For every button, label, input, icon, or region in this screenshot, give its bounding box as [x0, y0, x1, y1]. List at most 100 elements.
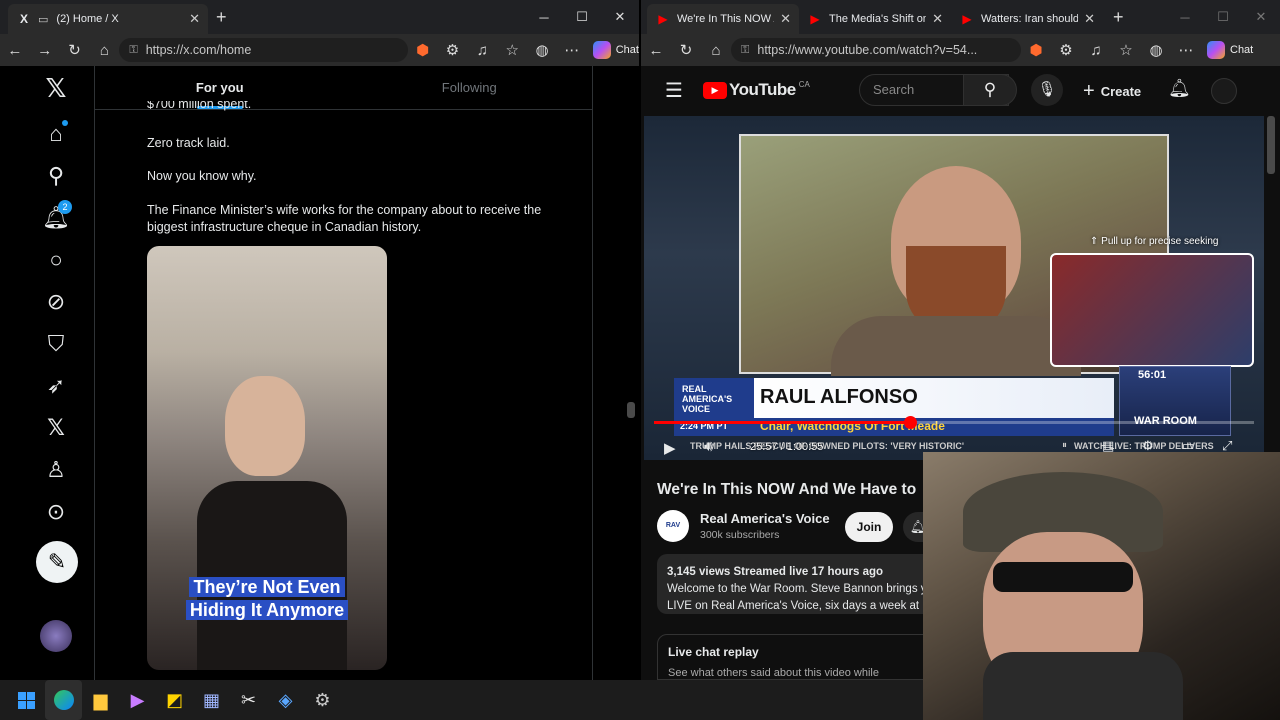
edge-icon[interactable]: [45, 680, 82, 720]
extensions-icon[interactable]: ⚙: [1051, 41, 1081, 59]
post-line-1: Zero track laid.: [147, 136, 230, 150]
profile-icon[interactable]: ◍: [527, 41, 557, 59]
compose-post-icon[interactable]: ✎: [36, 541, 78, 583]
copilot-chat-button[interactable]: Chat: [1207, 41, 1253, 59]
caption-line-1: They’re Not Even: [189, 577, 345, 597]
address-bar[interactable]: ⚿ https://www.youtube.com/watch?v=54...: [731, 38, 1021, 62]
close-tab-icon[interactable]: ✕: [183, 11, 200, 27]
close-tab-icon[interactable]: ✕: [1078, 11, 1095, 27]
profile-icon[interactable]: ♙: [36, 450, 76, 490]
windows-start-icon[interactable]: [8, 680, 45, 720]
progress-handle[interactable]: [903, 416, 917, 429]
description-line-2: LIVE on Real America's Voice, six days a…: [667, 600, 929, 612]
back-icon[interactable]: ←: [0, 42, 30, 59]
media-player-icon[interactable]: ▶: [119, 680, 156, 720]
close-window-icon[interactable]: ✕: [1242, 9, 1280, 25]
sticky-notes-icon[interactable]: ◩: [156, 680, 193, 720]
post-video[interactable]: They’re Not Even Hiding It Anymore: [147, 246, 387, 670]
tab-x-home[interactable]: X ▭ (2) Home / X ✕: [8, 4, 208, 34]
grok-icon[interactable]: ⊘: [36, 282, 76, 322]
browser-toolbar: ← → ↻ ⌂ ⚿ https://x.com/home ⬢ ⚙ ♫ ☆ ◍ ⋯…: [0, 34, 639, 66]
minimize-icon[interactable]: ─: [1166, 10, 1204, 25]
close-tab-icon[interactable]: ✕: [926, 11, 943, 27]
x-page: 𝕏 ⌂ ⚲ 🔔︎ 2 ○ ⊘ ⛉ ➶ 𝕏 ♙ ⊙ ✎ For you Follow…: [0, 66, 639, 680]
scrollbar-thumb[interactable]: [627, 402, 635, 418]
tab-strip: ▶ We're In This NOW And ✕ ▶ The Media's …: [641, 0, 1280, 34]
more-options-icon[interactable]: ⋯: [1171, 41, 1201, 59]
description-line-1: Welcome to the War Room. Steve Bannon br…: [667, 583, 927, 595]
youtube-logo[interactable]: ▶ YouTube CA: [703, 80, 810, 100]
lower-third: REAL AMERICA'S VOICE RAUL ALFONSO 2:24 P…: [674, 366, 1234, 436]
time-display: 25:57 / 1:00:55: [750, 441, 824, 453]
refresh-icon[interactable]: ↻: [60, 41, 90, 59]
video-person: [225, 376, 305, 476]
address-bar[interactable]: ⚿ https://x.com/home: [119, 38, 408, 62]
paint-icon[interactable]: ◈: [267, 680, 304, 720]
favorites-icon[interactable]: ☆: [1111, 41, 1141, 59]
voice-search-icon[interactable]: 🎙︎: [1031, 74, 1063, 106]
create-button[interactable]: + Create: [1083, 80, 1141, 103]
split-screen-icon[interactable]: ♫: [467, 42, 497, 59]
refresh-icon[interactable]: ↻: [671, 41, 701, 59]
tab-youtube-3[interactable]: ▶ Watters: Iran should NO ✕: [951, 4, 1103, 34]
settings-icon[interactable]: ⚙: [304, 680, 341, 720]
live-chat-panel[interactable]: Live chat replay See what others said ab…: [657, 634, 947, 680]
extension-icon[interactable]: ⬢: [408, 41, 438, 59]
back-icon[interactable]: ←: [641, 42, 671, 59]
bookmarks-icon[interactable]: ⛉: [36, 324, 76, 364]
split-screen-icon[interactable]: ♫: [1081, 42, 1111, 59]
forward-icon[interactable]: →: [30, 42, 60, 59]
notifications-icon[interactable]: 🔔︎ 2: [36, 198, 76, 238]
browser-window-x: X ▭ (2) Home / X ✕ + ─ ☐ ✕ ← → ↻ ⌂ ⚿ htt…: [0, 0, 639, 680]
file-explorer-icon[interactable]: ▆: [82, 680, 119, 720]
pause-ticker-icon: ⏸: [1062, 440, 1067, 451]
new-tab-button[interactable]: +: [1113, 7, 1124, 28]
channel-name[interactable]: Real America's Voice: [700, 511, 830, 526]
favorites-icon[interactable]: ☆: [497, 41, 527, 59]
play-icon[interactable]: ▶: [664, 439, 676, 457]
copilot-chat-button[interactable]: Chat: [592, 41, 639, 59]
more-options-icon[interactable]: ⋯: [557, 41, 587, 59]
home-icon[interactable]: ⌂: [36, 114, 76, 154]
youtube-favicon-icon: ▶: [658, 12, 668, 26]
maximize-icon[interactable]: ☐: [1204, 9, 1242, 25]
minimize-icon[interactable]: ─: [525, 10, 563, 25]
snipping-tool-icon[interactable]: ✂: [230, 680, 267, 720]
plus-icon: +: [1083, 80, 1095, 102]
calculator-icon[interactable]: ▦: [193, 680, 230, 720]
chat-label: Chat: [615, 44, 639, 56]
search-icon[interactable]: ⚲: [36, 156, 76, 196]
search-button[interactable]: ⚲: [963, 74, 1017, 106]
menu-icon[interactable]: ☰: [665, 78, 683, 103]
notifications-icon[interactable]: 🔔︎: [1168, 78, 1191, 99]
profile-icon[interactable]: ◍: [1141, 41, 1171, 59]
rocket-icon[interactable]: ➶: [36, 366, 76, 406]
progress-track[interactable]: [654, 416, 1254, 429]
account-avatar-icon[interactable]: [40, 620, 72, 652]
close-window-icon[interactable]: ✕: [601, 9, 639, 25]
site-info-icon[interactable]: ⚿: [741, 44, 749, 57]
account-avatar-icon[interactable]: [1211, 78, 1237, 104]
tab-menu-icon[interactable]: ▭: [38, 13, 48, 26]
tab-youtube-1[interactable]: ▶ We're In This NOW And ✕: [647, 4, 799, 34]
scrollbar-thumb[interactable]: [1267, 116, 1275, 174]
maximize-icon[interactable]: ☐: [563, 9, 601, 25]
extensions-icon[interactable]: ⚙: [438, 41, 468, 59]
tab-youtube-2[interactable]: ▶ The Media's Shift on Ir ✕: [799, 4, 951, 34]
x-logo[interactable]: 𝕏: [36, 68, 76, 108]
new-tab-button[interactable]: +: [216, 7, 227, 28]
youtube-favicon-icon: ▶: [810, 12, 820, 26]
site-info-icon[interactable]: ⚿: [129, 44, 137, 57]
more-icon[interactable]: ⊙: [36, 492, 76, 532]
extension-icon[interactable]: ⬢: [1021, 41, 1051, 59]
home-icon[interactable]: ⌂: [89, 42, 119, 59]
video-player[interactable]: ⇑ Pull up for precise seeking REAL AMERI…: [644, 116, 1264, 460]
channel-avatar[interactable]: RAV: [657, 510, 689, 542]
close-tab-icon[interactable]: ✕: [774, 11, 791, 27]
messages-icon[interactable]: ○: [36, 240, 76, 280]
description-box[interactable]: 3,145 views Streamed live 17 hours ago W…: [657, 554, 937, 614]
tab-title: We're In This NOW And: [677, 13, 774, 25]
join-button[interactable]: Join: [845, 512, 893, 542]
home-icon[interactable]: ⌂: [701, 42, 731, 59]
premium-x-icon[interactable]: 𝕏: [36, 408, 76, 448]
